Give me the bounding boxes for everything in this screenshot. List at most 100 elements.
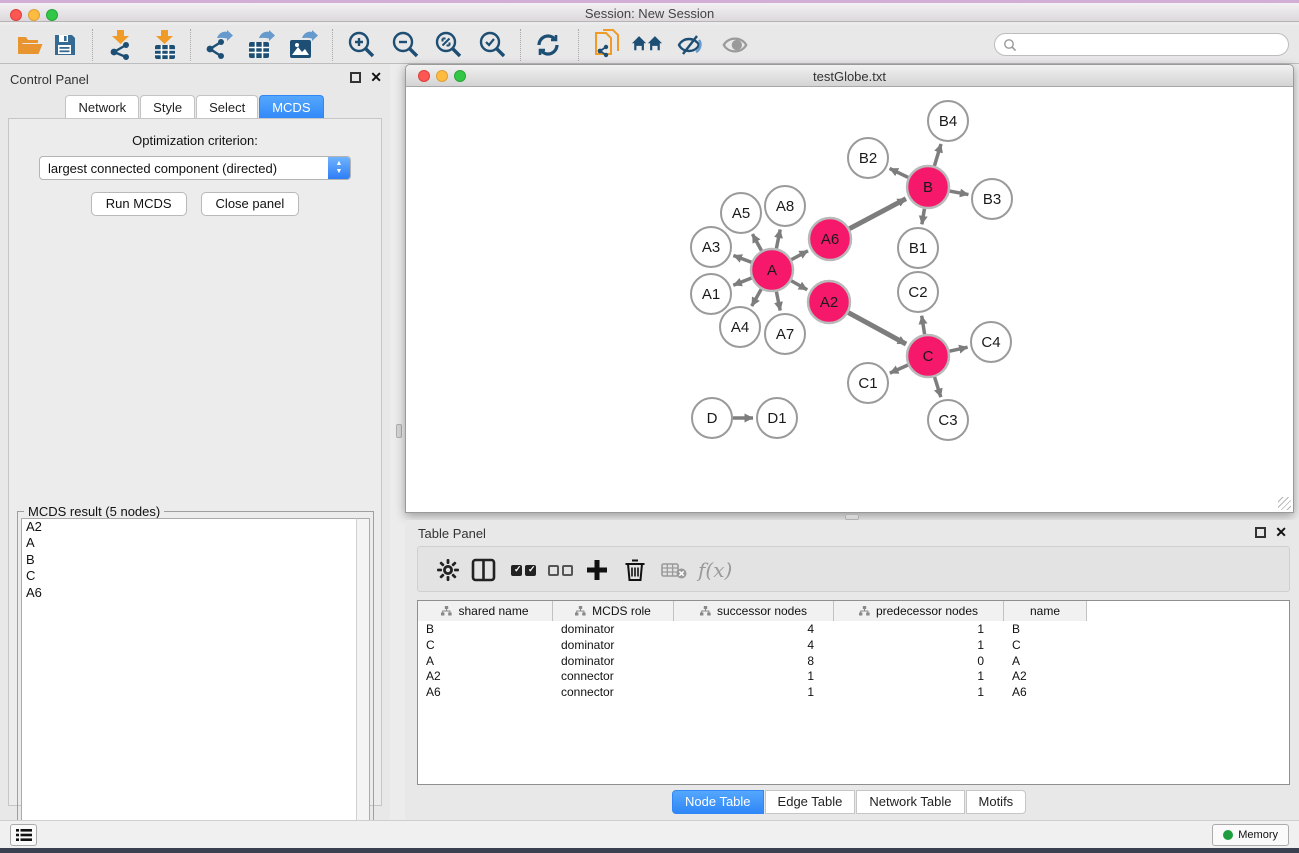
close-panel-icon[interactable]: ✕ [370, 72, 382, 83]
deselect-all-checkboxes-icon[interactable] [548, 556, 573, 584]
table-cell[interactable]: 1 [834, 685, 1004, 701]
run-mcds-button[interactable]: Run MCDS [91, 192, 187, 216]
graph-node-D[interactable]: D [692, 398, 732, 438]
zoom-out-icon[interactable] [390, 30, 420, 60]
new-network-from-selection-icon[interactable] [592, 30, 622, 60]
graph-edge[interactable] [950, 191, 969, 195]
graph-node-B1[interactable]: B1 [898, 228, 938, 268]
result-scrollbar[interactable] [356, 518, 370, 846]
graph-edge[interactable] [890, 168, 909, 177]
gear-icon[interactable] [436, 556, 460, 584]
tab-select[interactable]: Select [196, 95, 258, 120]
table-cell[interactable]: connector [553, 685, 674, 701]
graph-edge[interactable] [776, 292, 780, 311]
table-cell[interactable]: dominator [553, 622, 674, 638]
zoom-selected-icon[interactable] [477, 30, 507, 60]
criterion-dropdown[interactable]: largest connected component (directed) ▲… [39, 156, 351, 180]
graph-edge[interactable] [733, 255, 751, 262]
table-cell[interactable]: dominator [553, 638, 674, 654]
table-row[interactable]: Cdominator41C [418, 638, 1087, 654]
table-cell[interactable]: 1 [674, 685, 834, 701]
table-cell[interactable]: 4 [674, 638, 834, 654]
table-cell[interactable]: B [1004, 622, 1087, 638]
result-item[interactable]: A [22, 535, 364, 551]
delete-table-icon[interactable] [661, 556, 687, 584]
save-session-icon[interactable] [50, 30, 80, 60]
tab-network-table[interactable]: Network Table [856, 790, 964, 814]
graph-node-A4[interactable]: A4 [720, 307, 760, 347]
table-cell[interactable]: 8 [674, 654, 834, 670]
open-file-icon[interactable] [15, 30, 45, 60]
graph-edge[interactable] [949, 347, 967, 351]
graph-edge[interactable] [848, 313, 906, 344]
close-panel-button[interactable]: Close panel [201, 192, 300, 216]
graph-node-C4[interactable]: C4 [971, 322, 1011, 362]
graph-edge[interactable] [922, 209, 925, 225]
zoom-fit-icon[interactable] [433, 30, 463, 60]
table-cell[interactable]: B [418, 622, 553, 638]
search-input[interactable] [994, 33, 1289, 56]
tab-style[interactable]: Style [140, 95, 195, 120]
graph-node-A5[interactable]: A5 [721, 193, 761, 233]
column-header[interactable]: shared name [418, 601, 553, 621]
import-network-icon[interactable] [106, 30, 136, 60]
table-cell[interactable]: A6 [1004, 685, 1087, 701]
table-cell[interactable]: 4 [674, 622, 834, 638]
result-item[interactable]: A2 [22, 519, 364, 535]
table-cell[interactable]: dominator [553, 654, 674, 670]
graph-edge[interactable] [890, 365, 908, 373]
zoom-in-icon[interactable] [346, 30, 376, 60]
tab-node-table[interactable]: Node Table [672, 790, 764, 814]
function-builder-icon[interactable]: f(x) [698, 556, 732, 584]
table-cell[interactable]: 1 [834, 669, 1004, 685]
table-cell[interactable]: C [1004, 638, 1087, 654]
refresh-icon[interactable] [533, 30, 563, 60]
graph-node-B4[interactable]: B4 [928, 101, 968, 141]
graph-node-A3[interactable]: A3 [691, 227, 731, 267]
table-cell[interactable]: A2 [418, 669, 553, 685]
column-header[interactable]: successor nodes [674, 601, 834, 621]
float-panel-icon[interactable] [1255, 527, 1266, 538]
graph-node-D1[interactable]: D1 [757, 398, 797, 438]
graph-node-C1[interactable]: C1 [848, 363, 888, 403]
graph-node-A1[interactable]: A1 [691, 274, 731, 314]
graph-node-C3[interactable]: C3 [928, 400, 968, 440]
network-canvas[interactable]: B4B2BB3A8A5A6A3B1AC2A1A2A4A7C4CC1DD1C3 [406, 87, 1293, 512]
result-item[interactable]: A6 [22, 585, 364, 601]
graph-node-A[interactable]: A [751, 249, 793, 291]
table-cell[interactable]: A [418, 654, 553, 670]
home-icon[interactable] [632, 30, 662, 60]
table-cell[interactable]: 0 [834, 654, 1004, 670]
hide-panel-icon[interactable] [675, 30, 705, 60]
graph-edge[interactable] [791, 281, 807, 290]
column-header[interactable]: MCDS role [553, 601, 674, 621]
graph-edge[interactable] [752, 234, 761, 251]
graph-edge[interactable] [922, 316, 925, 335]
split-columns-icon[interactable] [471, 556, 496, 584]
eye-icon[interactable] [720, 30, 750, 60]
mcds-result-list[interactable]: A2ABCA6 [21, 518, 365, 846]
table-row[interactable]: A6connector11A6 [418, 685, 1087, 701]
result-item[interactable]: B [22, 552, 364, 568]
graph-node-C2[interactable]: C2 [898, 272, 938, 312]
export-table-icon[interactable] [246, 30, 276, 60]
tab-edge-table[interactable]: Edge Table [765, 790, 856, 814]
node-table[interactable]: shared nameMCDS rolesuccessor nodesprede… [417, 600, 1290, 785]
tab-network[interactable]: Network [65, 95, 139, 120]
graph-edge[interactable] [776, 230, 780, 249]
graph-edge[interactable] [934, 144, 941, 166]
graph-node-A6[interactable]: A6 [809, 218, 851, 260]
graph-node-A7[interactable]: A7 [765, 314, 805, 354]
graph-edge[interactable] [791, 251, 808, 260]
table-cell[interactable]: A6 [418, 685, 553, 701]
graph-node-A2[interactable]: A2 [808, 281, 850, 323]
table-cell[interactable]: 1 [834, 638, 1004, 654]
graph-node-B3[interactable]: B3 [972, 179, 1012, 219]
add-icon[interactable] [586, 556, 608, 584]
table-header-row[interactable]: shared nameMCDS rolesuccessor nodesprede… [418, 601, 1087, 621]
table-cell[interactable]: C [418, 638, 553, 654]
table-row[interactable]: A2connector11A2 [418, 669, 1087, 685]
graph-edge[interactable] [935, 377, 941, 397]
graph-node-A8[interactable]: A8 [765, 186, 805, 226]
memory-button[interactable]: Memory [1212, 824, 1289, 846]
